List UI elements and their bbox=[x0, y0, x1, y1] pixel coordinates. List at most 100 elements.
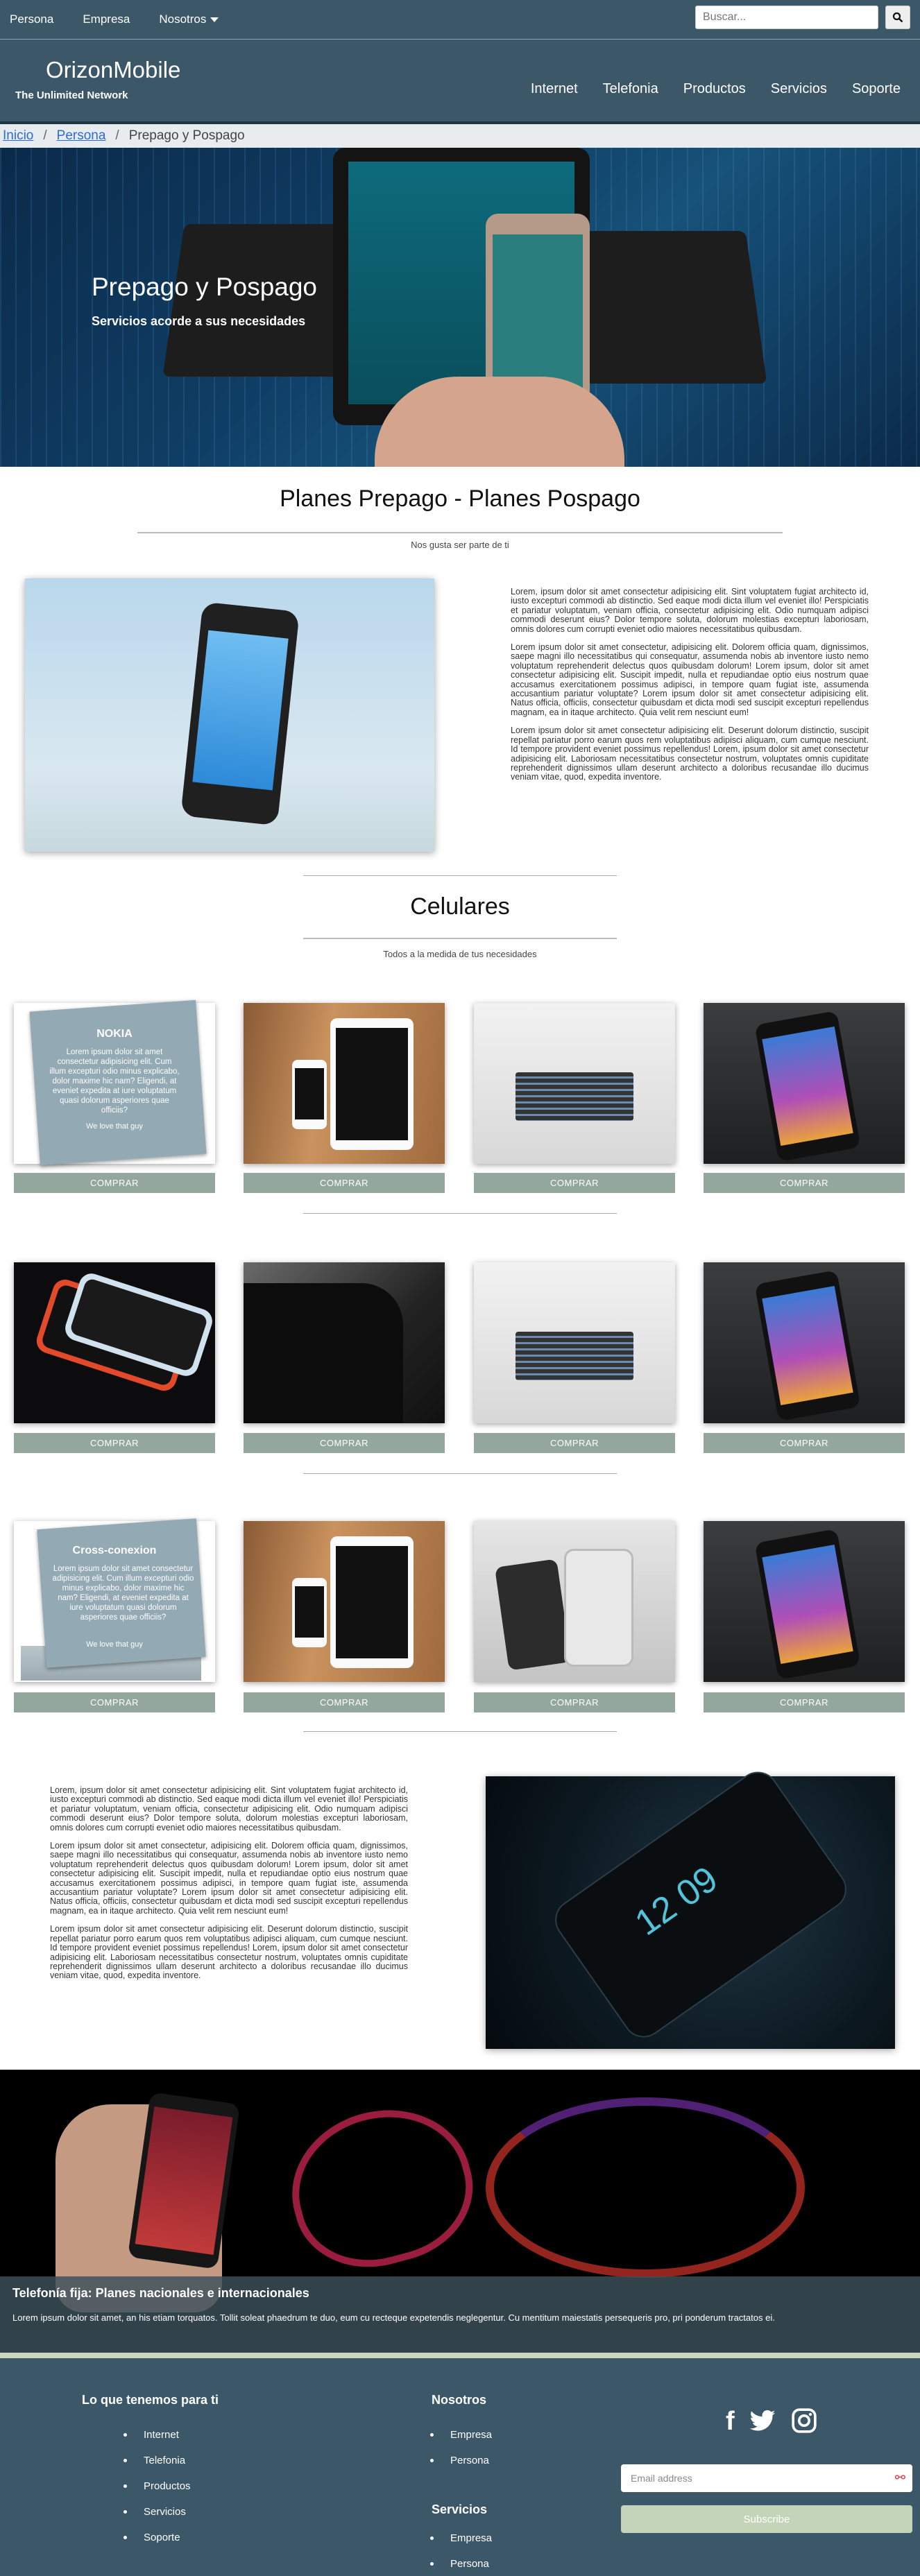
footer-link-servicios[interactable]: Servicios bbox=[123, 2499, 191, 2525]
buy-button[interactable]: COMPRAR bbox=[474, 1173, 675, 1193]
buy-button[interactable]: COMPRAR bbox=[704, 1173, 905, 1193]
footer-link-label[interactable]: Soporte bbox=[144, 2532, 180, 2543]
search-input[interactable] bbox=[695, 6, 878, 29]
footer-col3-list: Empresa Persona bbox=[430, 2525, 492, 2576]
nav-item-servicios[interactable]: Servicios bbox=[771, 81, 827, 97]
breadcrumb-section[interactable]: Persona bbox=[57, 128, 106, 144]
paragraph: Lorem ipsum dolor sit amet consectetur, … bbox=[50, 1841, 408, 1916]
facebook-icon[interactable]: f bbox=[726, 2407, 735, 2437]
footer-link-label[interactable]: Empresa bbox=[450, 2532, 492, 2544]
brand-tagline: The Unlimited Network bbox=[15, 89, 128, 101]
plans-text: Lorem, ipsum dolor sit amet consectetur … bbox=[511, 587, 869, 791]
nav-item-internet[interactable]: Internet bbox=[531, 81, 578, 97]
product-card-nokia[interactable]: NOKIA Lorem ipsum dolor sit amet consect… bbox=[14, 999, 215, 1166]
footer-link-telefonia[interactable]: Telefonia bbox=[123, 2448, 191, 2473]
footer-link-soporte[interactable]: Soporte bbox=[123, 2525, 191, 2550]
email-field[interactable]: Email address ⚯ bbox=[621, 2464, 912, 2492]
buy-button[interactable]: COMPRAR bbox=[704, 1433, 905, 1453]
bell-icon: ⚯ bbox=[894, 2471, 905, 2484]
banner-caption: Telefonía fija: Planes nacionales e inte… bbox=[0, 2276, 920, 2353]
info-text: Lorem, ipsum dolor sit amet consectetur … bbox=[50, 1785, 408, 1990]
iphone-image bbox=[25, 578, 434, 852]
buy-button[interactable]: COMPRAR bbox=[14, 1433, 215, 1453]
buy-button[interactable]: COMPRAR bbox=[244, 1173, 445, 1193]
banner-strip bbox=[0, 2353, 920, 2358]
card-title: Cross-conexion bbox=[72, 1545, 157, 1556]
breadcrumb-home[interactable]: Inicio bbox=[3, 128, 33, 144]
footer-link-internet[interactable]: Internet bbox=[123, 2422, 191, 2448]
buy-button[interactable]: COMPRAR bbox=[474, 1433, 675, 1453]
paragraph: Lorem ipsum dolor sit amet consectetur, … bbox=[511, 642, 869, 717]
divider bbox=[303, 1213, 617, 1214]
product-image-hand-phone bbox=[704, 1003, 905, 1164]
footer-link-label[interactable]: Internet bbox=[144, 2429, 179, 2441]
paragraph: Lorem, ipsum dolor sit amet consectetur … bbox=[511, 587, 869, 634]
banner-text: Lorem ipsum dolor sit amet, an his etiam… bbox=[12, 2312, 775, 2323]
footer-col1-title: Lo que tenemos para ti bbox=[82, 2393, 219, 2407]
product-image-hand-phone bbox=[704, 1521, 905, 1682]
buy-button[interactable]: COMPRAR bbox=[244, 1433, 445, 1453]
subscribe-button[interactable]: Subscribe bbox=[621, 2505, 912, 2533]
divider bbox=[303, 1473, 617, 1474]
divider bbox=[303, 875, 617, 876]
product-image-tablet-phone bbox=[244, 1521, 445, 1682]
banner-heart-shape bbox=[274, 2090, 489, 2285]
buy-button[interactable]: COMPRAR bbox=[14, 1692, 215, 1712]
top-bar: Persona Empresa Nosotros bbox=[0, 0, 920, 40]
buy-button[interactable]: COMPRAR bbox=[704, 1692, 905, 1712]
social-links: f bbox=[726, 2407, 818, 2437]
footer-link-label[interactable]: Empresa bbox=[450, 2429, 492, 2441]
topbar-link-persona[interactable]: Persona bbox=[10, 12, 53, 26]
breadcrumb-separator: / bbox=[43, 128, 47, 143]
hero-title: Prepago y Pospago bbox=[92, 273, 318, 301]
buy-button[interactable]: COMPRAR bbox=[474, 1692, 675, 1712]
paragraph: Lorem ipsum dolor sit amet consectetur a… bbox=[50, 1924, 408, 1981]
nav-item-telefonia[interactable]: Telefonia bbox=[603, 81, 658, 97]
celulares-subtitle: Todos a la medida de tus necesidades bbox=[383, 949, 537, 959]
footer: Lo que tenemos para ti Internet Telefoni… bbox=[0, 2358, 920, 2576]
topbar-dropdown-nosotros[interactable]: Nosotros bbox=[159, 12, 219, 26]
nav-item-soporte[interactable]: Soporte bbox=[852, 81, 901, 97]
nav-item-productos[interactable]: Productos bbox=[683, 81, 746, 97]
footer-link-persona[interactable]: Persona bbox=[430, 2551, 492, 2576]
hero-banner: Prepago y Pospago Servicios acorde a sus… bbox=[0, 148, 920, 467]
footer-col1-list: Internet Telefonia Productos Servicios S… bbox=[123, 2422, 191, 2550]
banner-light-swirl bbox=[486, 2097, 805, 2278]
twitter-icon[interactable] bbox=[749, 2407, 776, 2435]
brand-logo[interactable]: OrizonMobile bbox=[46, 57, 180, 83]
card-quote: We love that guy bbox=[86, 1640, 143, 1649]
lockscreen-phone-image: 12 09 bbox=[486, 1763, 895, 2049]
email-placeholder: Email address bbox=[631, 2473, 692, 2484]
topbar-link-empresa[interactable]: Empresa bbox=[83, 12, 130, 26]
product-image-hand-phone bbox=[704, 1262, 905, 1423]
instagram-icon[interactable] bbox=[790, 2407, 818, 2435]
search-button[interactable] bbox=[885, 6, 910, 29]
buy-button[interactable]: COMPRAR bbox=[14, 1173, 215, 1193]
card-title: NOKIA bbox=[96, 1028, 133, 1040]
caret-down-icon bbox=[210, 17, 219, 22]
product-card-cross-conexion[interactable]: Cross-conexion Lorem ipsum dolor sit ame… bbox=[14, 1518, 215, 1682]
breadcrumb-current: Prepago y Pospago bbox=[128, 128, 245, 143]
product-image-iphone-x bbox=[474, 1521, 675, 1682]
footer-link-empresa[interactable]: Empresa bbox=[430, 2422, 492, 2448]
hero-hand bbox=[375, 377, 624, 467]
plans-subtitle: Nos gusta ser parte de ti bbox=[411, 540, 509, 550]
card-quote: We love that guy bbox=[86, 1122, 143, 1131]
paragraph: Lorem, ipsum dolor sit amet consectetur … bbox=[50, 1785, 408, 1832]
card-description: Lorem ipsum dolor sit amet consectetur a… bbox=[52, 1565, 194, 1622]
footer-link-label[interactable]: Servicios bbox=[144, 2506, 186, 2518]
footer-col2-title: Nosotros bbox=[432, 2393, 487, 2407]
footer-link-label[interactable]: Telefonia bbox=[144, 2455, 185, 2466]
product-image-phone-closeup bbox=[244, 1262, 445, 1423]
love-banner: Telefonía fija: Planes nacionales e inte… bbox=[0, 2070, 920, 2358]
footer-col2-list: Empresa Persona bbox=[430, 2422, 492, 2473]
buy-button[interactable]: COMPRAR bbox=[244, 1692, 445, 1712]
footer-link-productos[interactable]: Productos bbox=[123, 2473, 191, 2499]
footer-link-label[interactable]: Persona bbox=[450, 2455, 489, 2466]
main-header: OrizonMobile The Unlimited Network Inter… bbox=[0, 40, 920, 124]
footer-link-empresa[interactable]: Empresa bbox=[430, 2525, 492, 2551]
footer-link-persona[interactable]: Persona bbox=[430, 2448, 492, 2473]
footer-link-label[interactable]: Productos bbox=[144, 2480, 191, 2492]
product-image-tablet-phone bbox=[244, 1003, 445, 1164]
footer-link-label[interactable]: Persona bbox=[450, 2558, 489, 2570]
